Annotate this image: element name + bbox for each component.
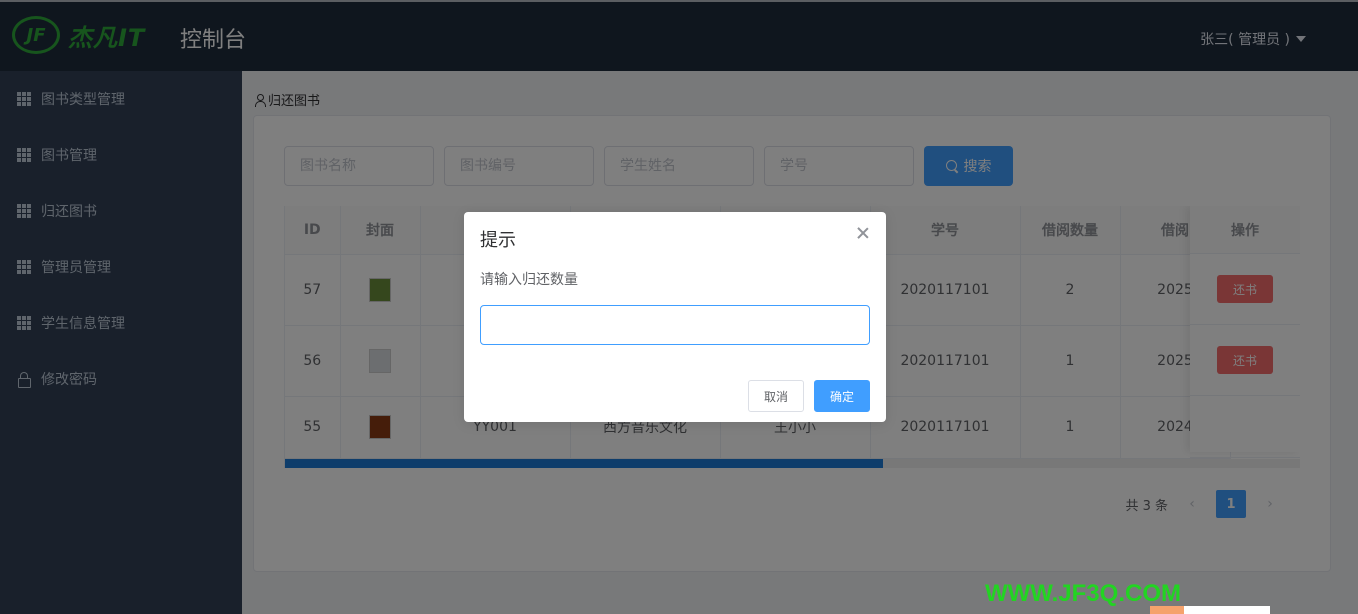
prompt-dialog: 提示 请输入归还数量 取消 确定 <box>464 212 886 422</box>
close-icon[interactable] <box>856 226 870 240</box>
dialog-title: 提示 <box>480 230 516 251</box>
dialog-message: 请输入归还数量 <box>480 272 578 288</box>
watermark-badge <box>1150 606 1270 614</box>
watermark-text: WWW.JF3Q.COM <box>985 580 1181 607</box>
cancel-button[interactable]: 取消 <box>748 380 804 412</box>
return-quantity-input[interactable] <box>480 305 870 345</box>
confirm-button[interactable]: 确定 <box>814 380 870 412</box>
